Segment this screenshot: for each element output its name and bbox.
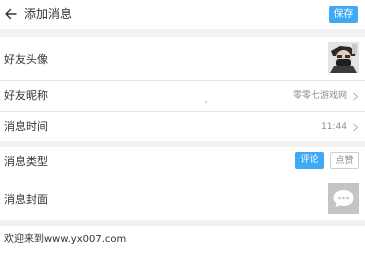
- message-content[interactable]: 欢迎来到www.yx007.com: [4, 234, 126, 246]
- decorative-dot: [205, 101, 207, 103]
- nickname-row[interactable]: 好友昵称 零零七游戏网: [0, 81, 365, 111]
- page-title: 添加消息: [24, 7, 73, 21]
- user-avatar-image: [328, 42, 359, 73]
- arrow-left-icon[interactable]: [4, 7, 18, 21]
- save-button[interactable]: 保存: [329, 6, 358, 23]
- chevron-right-icon: [353, 123, 359, 132]
- cover-label: 消息封面: [4, 193, 48, 206]
- time-row[interactable]: 消息时间 11:44: [0, 112, 365, 141]
- chat-bubble-icon: [333, 190, 354, 208]
- cover-row[interactable]: 消息封面: [0, 178, 365, 220]
- nickname-label: 好友昵称: [4, 89, 48, 102]
- type-label: 消息类型: [4, 155, 48, 168]
- type-option-like[interactable]: 点赞: [330, 152, 359, 169]
- time-value: 11:44: [321, 122, 347, 132]
- type-option-comment[interactable]: 评论: [295, 152, 324, 169]
- avatar-label: 好友头像: [4, 53, 48, 66]
- chevron-right-icon: [353, 92, 359, 101]
- time-label: 消息时间: [4, 120, 48, 133]
- avatar[interactable]: [328, 42, 359, 73]
- cover-image[interactable]: [328, 183, 359, 214]
- avatar-row[interactable]: 好友头像: [0, 37, 365, 79]
- nickname-value: 零零七游戏网: [292, 91, 347, 101]
- header-bar: 添加消息 保存: [0, 0, 365, 29]
